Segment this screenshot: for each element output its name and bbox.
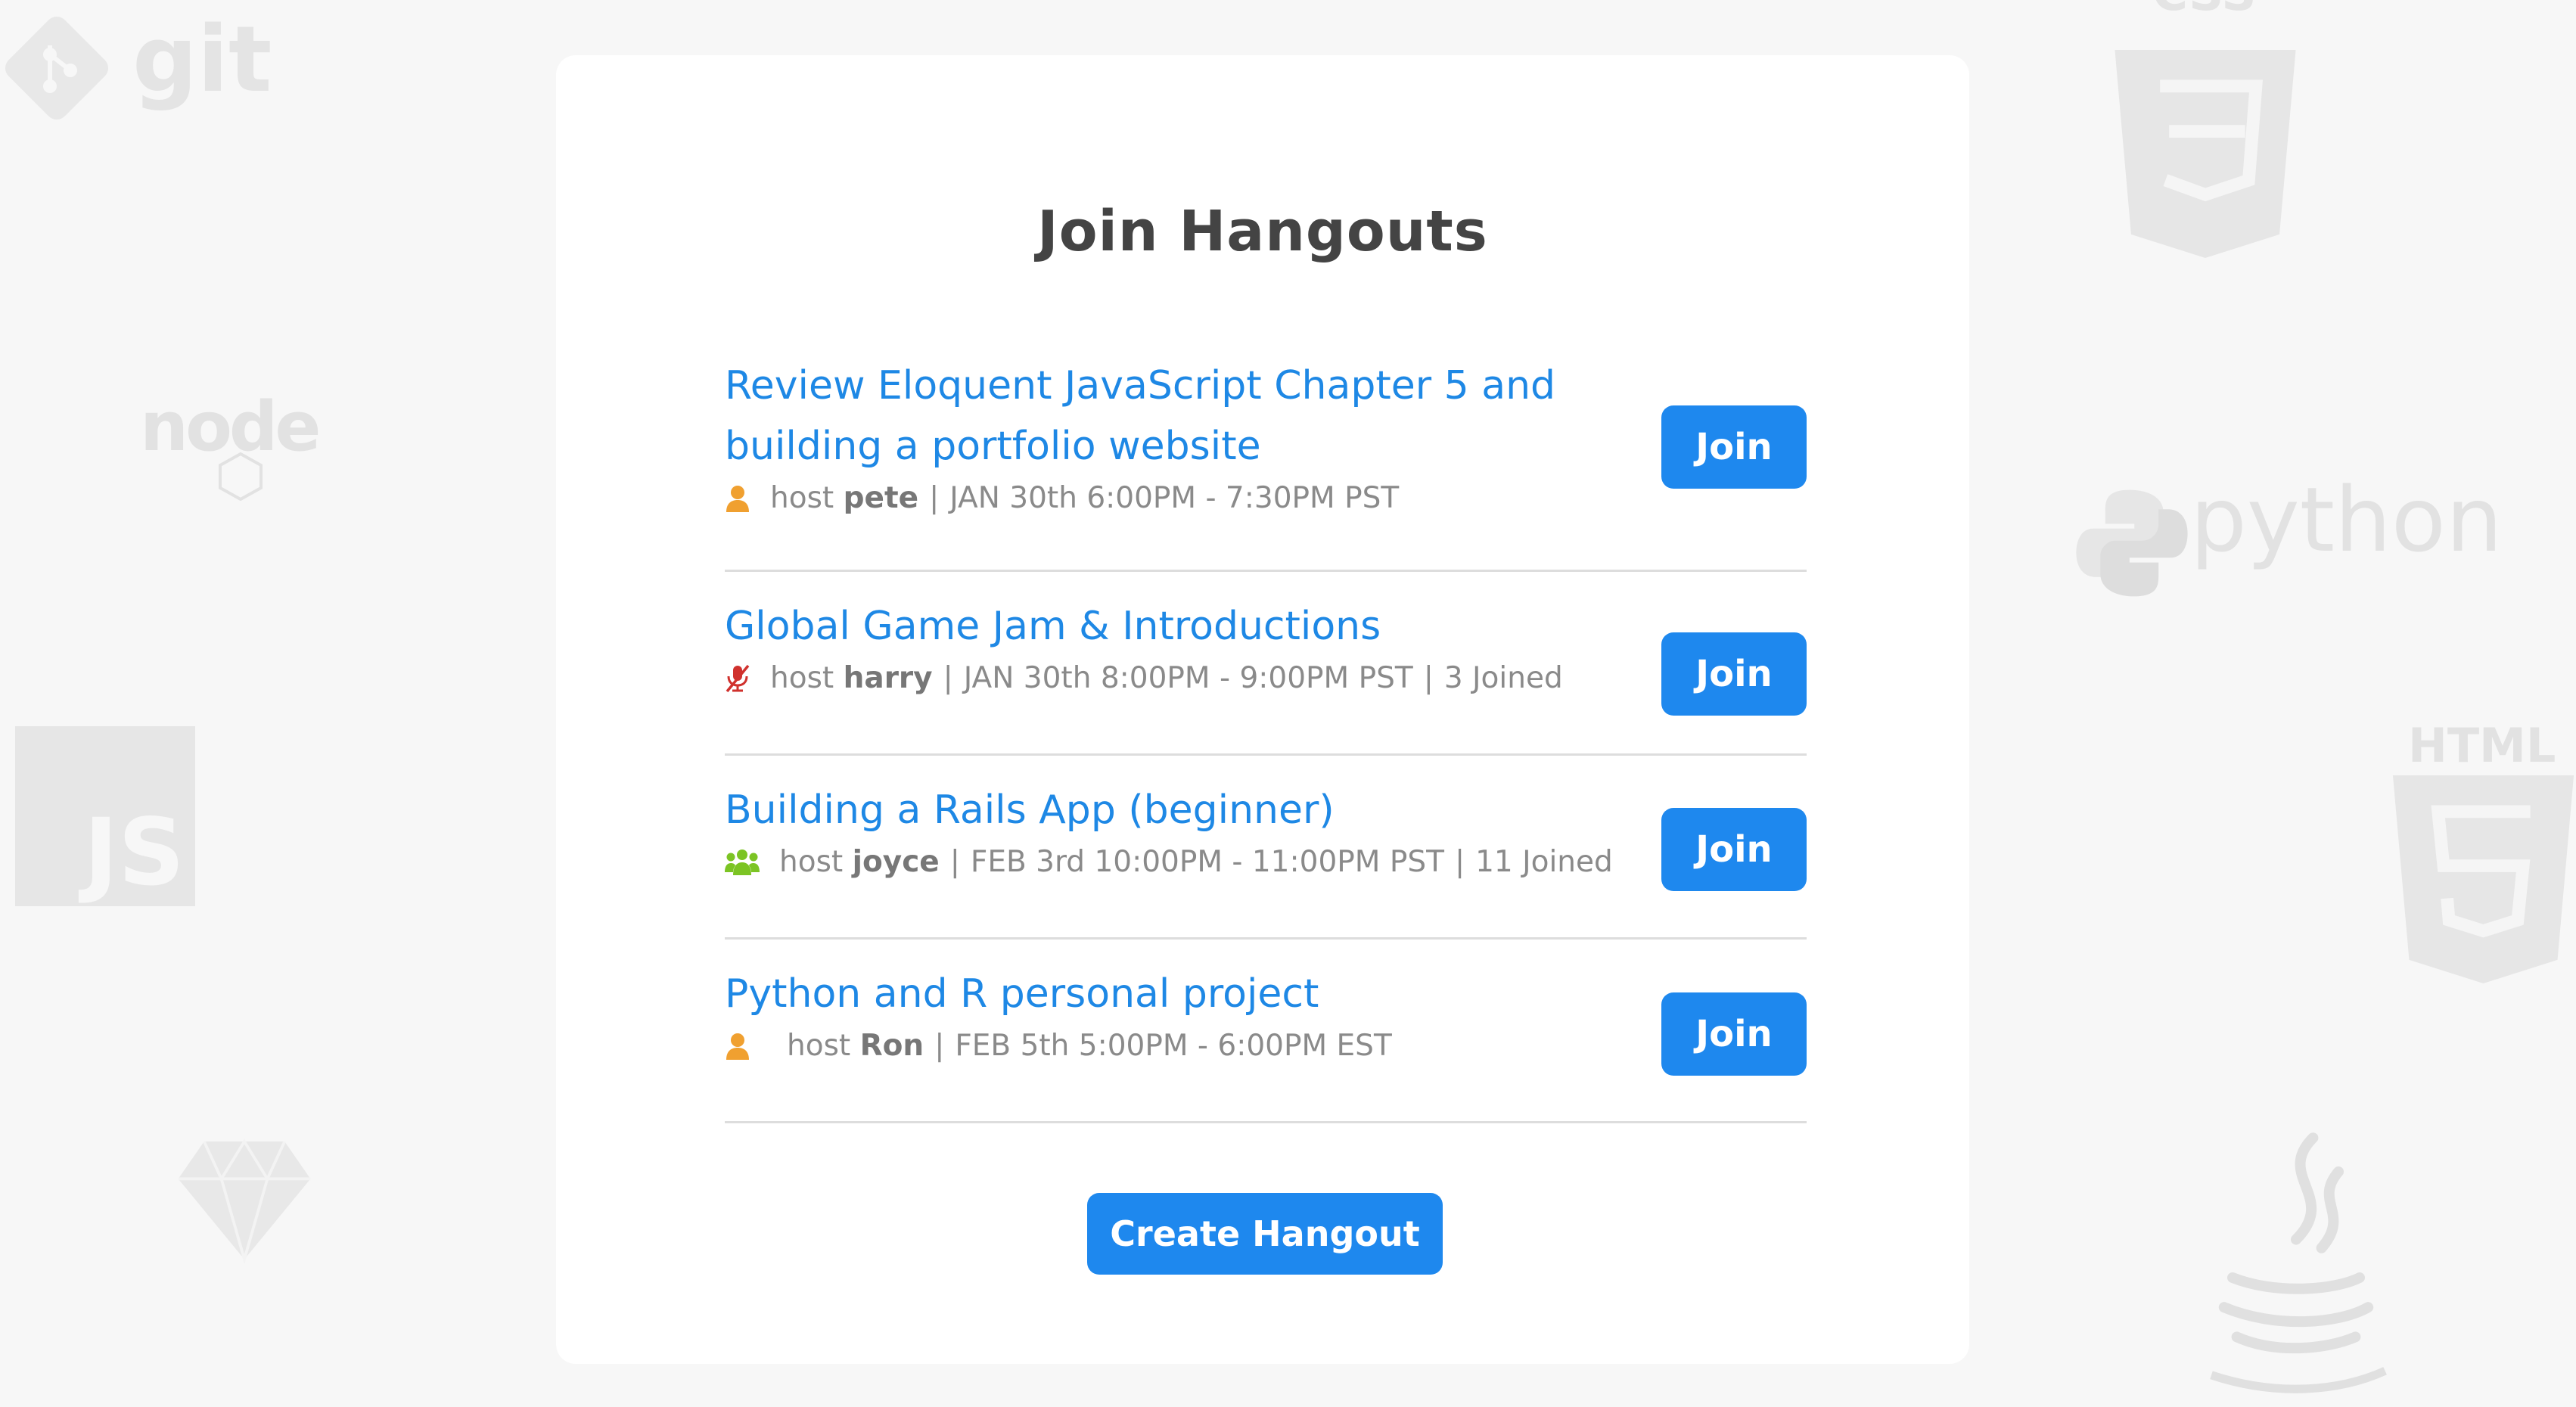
hangout-meta: host joyce | FEB 3rd 10:00PM - 11:00PM P… bbox=[725, 843, 1807, 881]
user-icon bbox=[725, 1032, 750, 1061]
css-logo-text: CSS bbox=[2152, 0, 2256, 18]
hangout-title[interactable]: Review Eloquent JavaScript Chapter 5 and… bbox=[725, 350, 1557, 477]
joined-count: 11 Joined bbox=[1475, 845, 1613, 879]
hangout-title[interactable]: Building a Rails App (beginner) bbox=[725, 756, 1557, 840]
js-logo: JS bbox=[15, 726, 195, 906]
git-logo-text: git bbox=[132, 8, 272, 113]
ruby-logo-icon bbox=[178, 1138, 311, 1265]
hangout-title[interactable]: Global Game Jam & Introductions bbox=[725, 572, 1557, 657]
hangout-list: Review Eloquent JavaScript Chapter 5 and… bbox=[725, 350, 1807, 1123]
hangout-meta: host Ron | FEB 5th 5:00PM - 6:00PM EST bbox=[725, 1027, 1807, 1065]
hangouts-card: Join Hangouts Review Eloquent JavaScript… bbox=[556, 55, 1969, 1364]
hangout-meta: host harry | JAN 30th 8:00PM - 9:00PM PS… bbox=[725, 660, 1807, 697]
host-label: host bbox=[787, 1029, 851, 1063]
node-js-hex-icon bbox=[219, 452, 263, 501]
hangout-item: Building a Rails App (beginner) host joy… bbox=[725, 756, 1807, 940]
host-label: host bbox=[779, 845, 844, 879]
host-name: joyce bbox=[852, 845, 940, 879]
hangout-time: FEB 3rd 10:00PM - 11:00PM PST bbox=[970, 845, 1444, 879]
python-snake-icon bbox=[2076, 489, 2188, 597]
host-name: Ron bbox=[859, 1029, 924, 1063]
join-button[interactable]: Join bbox=[1661, 808, 1807, 891]
join-button[interactable]: Join bbox=[1661, 405, 1807, 489]
host-label: host bbox=[770, 661, 834, 695]
joined-count: 3 Joined bbox=[1443, 661, 1563, 695]
mic-off-icon bbox=[725, 664, 750, 693]
user-icon bbox=[725, 484, 750, 513]
create-hangout-button[interactable]: Create Hangout bbox=[1087, 1193, 1443, 1275]
join-button[interactable]: Join bbox=[1661, 992, 1807, 1076]
hangout-item: Global Game Jam & Introductions host har… bbox=[725, 572, 1807, 756]
host-name: pete bbox=[843, 481, 919, 515]
host-name: harry bbox=[843, 661, 933, 695]
hangout-time: FEB 5th 5:00PM - 6:00PM EST bbox=[955, 1029, 1392, 1063]
hangout-time: JAN 30th 8:00PM - 9:00PM PST bbox=[963, 661, 1413, 695]
node-logo-text: node bbox=[140, 387, 321, 467]
hangout-time: JAN 30th 6:00PM - 7:30PM PST bbox=[949, 481, 1400, 515]
html-logo-text: HTML bbox=[2408, 718, 2556, 773]
hangout-meta: host pete | JAN 30th 6:00PM - 7:30PM PST bbox=[725, 480, 1807, 517]
html5-shield-icon bbox=[2392, 775, 2574, 983]
python-logo-text: python bbox=[2190, 467, 2503, 572]
java-cup-icon bbox=[2210, 1132, 2387, 1393]
join-button[interactable]: Join bbox=[1661, 632, 1807, 716]
page-title: Join Hangouts bbox=[1037, 199, 1488, 264]
js-logo-text: JS bbox=[83, 799, 185, 906]
hangout-item: Review Eloquent JavaScript Chapter 5 and… bbox=[725, 350, 1807, 572]
group-icon bbox=[725, 848, 760, 877]
host-label: host bbox=[770, 481, 834, 515]
css3-shield-icon bbox=[2115, 50, 2296, 258]
page-background: git node JS CSS python HTML Join Hangout… bbox=[0, 0, 2576, 1407]
hangout-title[interactable]: Python and R personal project bbox=[725, 940, 1557, 1024]
git-diamond-icon bbox=[5, 16, 109, 120]
hangout-item: Python and R personal project host Ron |… bbox=[725, 940, 1807, 1123]
